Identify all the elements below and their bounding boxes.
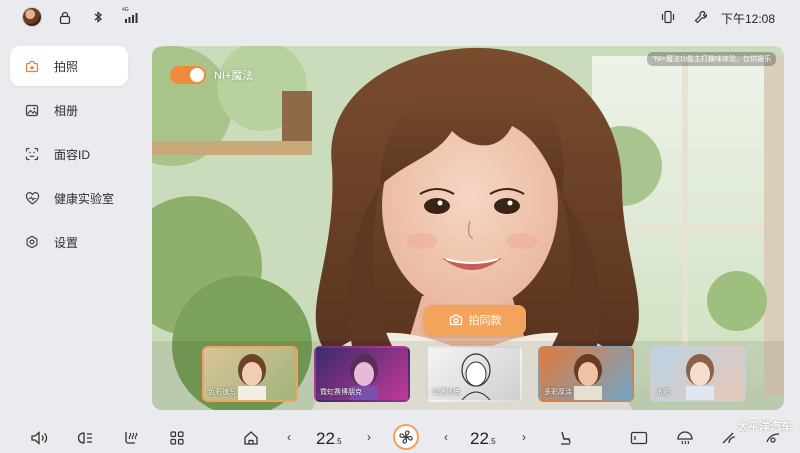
thumbnail-label: 水彩	[656, 389, 670, 396]
sidebar-item-label: 健康实验室	[54, 191, 115, 206]
status-bar: 4G 下午12:08	[0, 0, 800, 34]
ni-magic-toggle[interactable]	[170, 66, 206, 84]
thumbnail-label: 霓虹赛博朋克	[320, 389, 362, 396]
gear-icon	[24, 234, 40, 250]
sidebar: 拍照 相册 面容ID 健康实验室 设置	[10, 46, 128, 266]
vibrate-icon[interactable]	[660, 9, 676, 25]
shoot-button-label: 拍同款	[468, 315, 502, 327]
thumbnail-label: 多彩厚涂	[544, 389, 572, 396]
style-thumbnail[interactable]: 色彩速写	[202, 346, 298, 402]
seat-icon[interactable]	[556, 429, 574, 447]
sidebar-item-label: 面容ID	[54, 147, 91, 162]
apps-grid-icon[interactable]	[168, 429, 186, 447]
right-temp-decimal: .5	[488, 437, 496, 446]
face-id-icon	[24, 146, 40, 162]
screen-display-icon[interactable]	[630, 429, 648, 447]
left-temp-up-button[interactable]: ›	[367, 430, 371, 444]
wrench-icon[interactable]	[693, 9, 709, 25]
style-thumbnail[interactable]: 多彩厚涂	[538, 346, 634, 402]
volume-icon[interactable]	[30, 429, 48, 447]
thumbnail-label: 动漫线稿	[432, 389, 460, 396]
camera-icon	[449, 314, 463, 326]
avatar[interactable]	[22, 7, 42, 27]
fan-icon	[398, 429, 414, 445]
left-temperature: 22.5	[316, 429, 342, 449]
climate-fan-button[interactable]	[393, 424, 419, 450]
shoot-same-style-button[interactable]: 拍同款	[424, 305, 526, 335]
sidebar-item-settings[interactable]: 设置	[10, 222, 128, 262]
bluetooth-icon[interactable]	[90, 9, 106, 25]
ni-magic-toggle-group: NI+魔法	[170, 66, 253, 84]
left-temp-value: 22	[316, 429, 335, 448]
right-temp-value: 22	[470, 429, 489, 448]
sidebar-item-face-id[interactable]: 面容ID	[10, 134, 128, 174]
status-time: 下午12:08	[720, 12, 775, 26]
signal-icon: 4G	[122, 7, 138, 25]
right-temp-down-button[interactable]: ‹	[444, 430, 448, 444]
style-thumbnail[interactable]: 水彩	[650, 346, 746, 402]
sidebar-item-health-lab[interactable]: 健康实验室	[10, 178, 128, 218]
sidebar-item-label: 拍照	[54, 59, 79, 74]
sidebar-item-label: 相册	[54, 103, 79, 118]
seat-heat-icon[interactable]	[122, 429, 140, 447]
thumbnail-label: 色彩速写	[208, 389, 236, 396]
home-icon[interactable]	[242, 429, 260, 447]
style-thumbnail[interactable]: 动漫线稿	[426, 346, 522, 402]
camera-preview-panel: NI+魔法 "NI+魔法功能主打趣味体验，仅供娱乐 拍同款 色彩速写 霓虹赛博朋…	[152, 46, 784, 410]
heart-pulse-icon	[24, 190, 40, 206]
style-thumbnail[interactable]: 霓虹赛博朋克	[314, 346, 410, 402]
left-temp-down-button[interactable]: ‹	[287, 430, 291, 444]
sidebar-item-label: 设置	[54, 235, 79, 250]
watermark-text: 太平洋汽车	[737, 421, 792, 433]
sidebar-item-album[interactable]: 相册	[10, 90, 128, 130]
right-temperature: 22.5	[470, 429, 496, 449]
ni-magic-label: NI+魔法	[214, 70, 254, 82]
sidebar-item-camera[interactable]: 拍照	[10, 46, 128, 86]
camera-icon	[24, 58, 40, 74]
style-thumbnail-strip: 色彩速写 霓虹赛博朋克 动漫线稿 多彩厚涂 水彩	[202, 346, 747, 402]
disclaimer-notice: "NI+魔法功能主打趣味体验，仅供娱乐	[647, 52, 776, 66]
signal-label: 4G	[122, 7, 129, 13]
gallery-icon	[24, 102, 40, 118]
left-temp-decimal: .5	[334, 437, 342, 446]
headlight-icon[interactable]	[76, 429, 94, 447]
wiper-icon[interactable]	[720, 429, 738, 447]
lock-icon[interactable]	[57, 9, 73, 25]
rear-defrost-icon[interactable]	[676, 429, 694, 447]
right-temp-up-button[interactable]: ›	[522, 430, 526, 444]
